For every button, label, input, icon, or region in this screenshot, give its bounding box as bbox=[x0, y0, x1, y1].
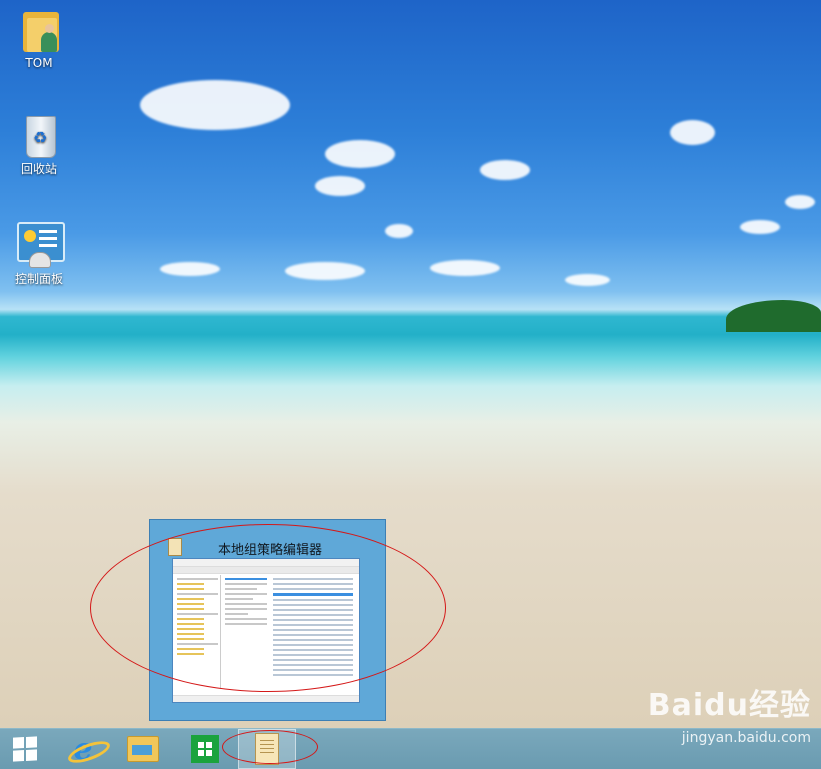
taskbar-group-policy-editor[interactable] bbox=[238, 729, 296, 769]
cloud bbox=[325, 140, 395, 168]
desktop-icon-label: 回收站 bbox=[20, 162, 57, 176]
user-folder-icon bbox=[15, 6, 63, 54]
watermark-logo: Baidu经验 bbox=[647, 688, 811, 723]
cloud bbox=[740, 220, 780, 234]
desktop-background bbox=[0, 0, 821, 728]
taskbar-file-explorer[interactable] bbox=[118, 729, 168, 769]
start-button[interactable] bbox=[0, 729, 50, 769]
preview-window-thumbnail bbox=[172, 558, 360, 703]
cloud bbox=[385, 224, 413, 238]
windows-store-icon bbox=[191, 735, 219, 763]
baidu-watermark: Baidu经验 jingyan.baidu.com bbox=[648, 680, 811, 746]
taskbar-windows-store[interactable] bbox=[180, 729, 230, 769]
cloud bbox=[285, 262, 365, 280]
cloud bbox=[315, 176, 365, 196]
desktop-icon-recycle-bin[interactable]: ♻ 回收站 bbox=[4, 110, 74, 177]
cloud bbox=[785, 195, 815, 209]
island bbox=[726, 300, 821, 332]
cloud bbox=[480, 160, 530, 180]
control-panel-icon bbox=[15, 220, 65, 268]
cloud bbox=[140, 80, 290, 130]
internet-explorer-icon: e bbox=[66, 732, 113, 767]
cloud bbox=[565, 274, 610, 286]
recycle-bin-icon: ♻ bbox=[15, 110, 63, 158]
group-policy-editor-icon bbox=[255, 733, 279, 765]
cloud bbox=[430, 260, 500, 276]
desktop-icon-label: 控制面板 bbox=[14, 272, 63, 286]
cloud bbox=[160, 262, 220, 276]
desktop-icon-control-panel[interactable]: 控制面板 bbox=[4, 220, 74, 287]
watermark-url: jingyan.baidu.com bbox=[681, 730, 811, 746]
taskbar-internet-explorer[interactable]: e bbox=[58, 729, 113, 769]
windows-start-icon bbox=[13, 736, 37, 762]
desktop-icon-label: TOM bbox=[25, 56, 53, 70]
group-policy-editor-icon bbox=[168, 538, 182, 556]
cloud bbox=[670, 120, 715, 145]
file-explorer-icon bbox=[127, 736, 159, 762]
desktop-icon-tom[interactable]: TOM bbox=[4, 6, 74, 70]
taskbar-thumbnail-preview[interactable]: 本地组策略编辑器 bbox=[149, 519, 386, 721]
preview-title: 本地组策略编辑器 bbox=[218, 543, 323, 558]
